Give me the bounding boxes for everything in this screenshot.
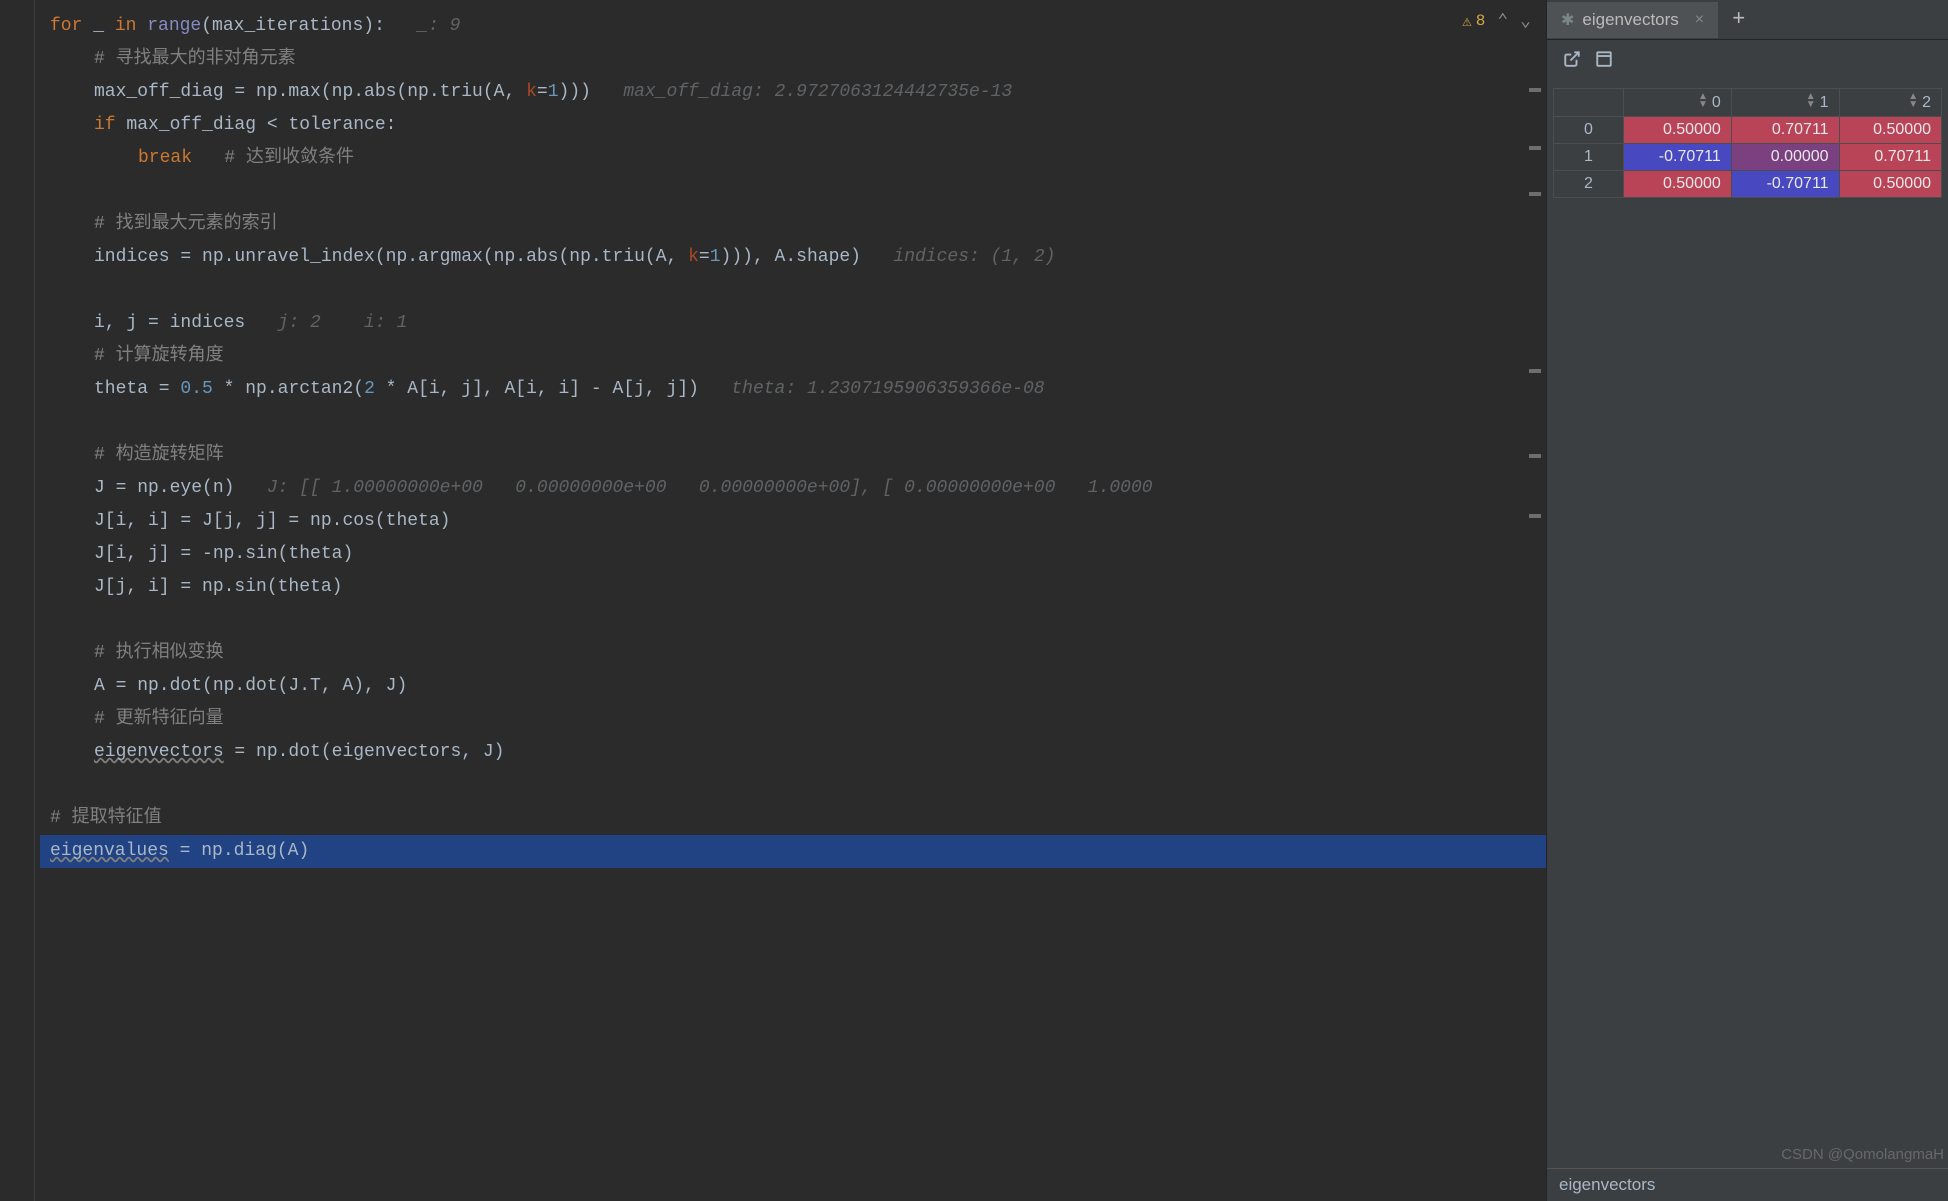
data-cell[interactable]: 0.50000 — [1624, 117, 1732, 144]
tab-eigenvectors[interactable]: ✱ eigenvectors × — [1547, 2, 1718, 38]
row-index: 0 — [1554, 117, 1624, 144]
sort-icon: ▲▼ — [1908, 93, 1918, 109]
column-header[interactable]: ▲▼0 — [1624, 89, 1732, 117]
data-cell[interactable]: 0.70711 — [1839, 144, 1941, 171]
sort-icon: ▲▼ — [1806, 93, 1816, 109]
tab-bar: ✱ eigenvectors × + — [1547, 0, 1948, 40]
highlighted-line: eigenvalues = np.diag(A) — [40, 835, 1546, 868]
watermark: CSDN @QomolangmaH — [1781, 1146, 1944, 1163]
panel-footer: eigenvectors — [1547, 1168, 1948, 1201]
table-row: 00.500000.707110.50000 — [1554, 117, 1942, 144]
corner-cell — [1554, 89, 1624, 117]
data-cell[interactable]: 0.50000 — [1624, 171, 1732, 198]
table-header-row: ▲▼0 ▲▼1 ▲▼2 — [1554, 89, 1942, 117]
data-cell[interactable]: -0.70711 — [1624, 144, 1732, 171]
add-tab-button[interactable]: + — [1718, 7, 1759, 32]
tab-label: eigenvectors — [1582, 10, 1678, 30]
data-table: ▲▼0 ▲▼1 ▲▼2 00.500000.707110.500001-0.70… — [1553, 88, 1942, 198]
open-external-icon[interactable] — [1563, 50, 1581, 74]
code-editor[interactable]: for _ in range(max_iterations): _: 9 # 寻… — [0, 0, 1546, 868]
data-cell[interactable]: 0.50000 — [1839, 117, 1941, 144]
row-index: 2 — [1554, 171, 1624, 198]
sort-icon: ▲▼ — [1698, 93, 1708, 109]
row-index: 1 — [1554, 144, 1624, 171]
footer-label: eigenvectors — [1559, 1175, 1655, 1194]
panel-toolbar — [1547, 40, 1948, 84]
editor-panel: ⚠ 8 ⌃ ⌄ for _ in range(max_iterations): … — [0, 0, 1546, 1201]
data-viewer-panel: ✱ eigenvectors × + ▲▼0 ▲▼1 ▲▼2 00.500000… — [1546, 0, 1948, 1201]
table-row: 20.50000-0.707110.50000 — [1554, 171, 1942, 198]
variable-icon: ✱ — [1561, 10, 1574, 30]
close-icon[interactable]: × — [1695, 11, 1704, 29]
data-cell[interactable]: 0.70711 — [1731, 117, 1839, 144]
column-header[interactable]: ▲▼1 — [1731, 89, 1839, 117]
data-cell[interactable]: 0.00000 — [1731, 144, 1839, 171]
data-cell[interactable]: -0.70711 — [1731, 171, 1839, 198]
window-icon[interactable] — [1595, 50, 1613, 74]
keyword-for: for — [50, 16, 82, 36]
table-row: 1-0.707110.000000.70711 — [1554, 144, 1942, 171]
column-header[interactable]: ▲▼2 — [1839, 89, 1941, 117]
data-cell[interactable]: 0.50000 — [1839, 171, 1941, 198]
